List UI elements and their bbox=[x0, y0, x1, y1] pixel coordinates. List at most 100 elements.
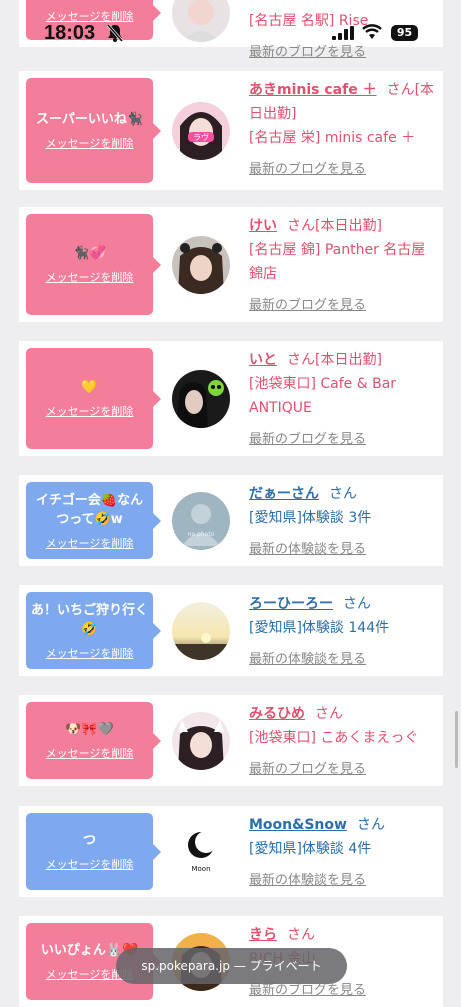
svg-text:ラヴ: ラヴ bbox=[193, 132, 209, 142]
latest-post-link[interactable]: 最新のブログを見る bbox=[249, 428, 439, 447]
avatar[interactable] bbox=[172, 236, 230, 294]
profile-name-link[interactable]: いと bbox=[249, 352, 277, 368]
message-card: 🐈‍⬛💞 メッセージを削除 けい さん[本日出勤] [名古屋 錦] Panther 名古… bbox=[19, 207, 443, 322]
profile-info: いと さん[本日出勤] [池袋東口] Cafe & Bar ANTIQUE 最新のブロ… bbox=[249, 348, 439, 447]
message-text: 🐈‍⬛💞 bbox=[73, 246, 106, 261]
avatar[interactable] bbox=[172, 602, 230, 660]
profile-name-link[interactable]: だぁーさん bbox=[249, 486, 319, 502]
delete-message-link[interactable]: メッセージを削除 bbox=[46, 856, 134, 872]
message-card: イチゴー会🍓なんつって🤣w メッセージを削除 no photo だぁーさん さん [愛知県… bbox=[19, 475, 443, 566]
latest-post-link[interactable]: 最新のブログを見る bbox=[249, 758, 439, 777]
message-text: イチゴー会🍓なんつって🤣w bbox=[35, 492, 144, 527]
latest-post-link[interactable]: 最新のブログを見る bbox=[249, 294, 439, 313]
bubble-tail bbox=[153, 622, 161, 639]
message-bubble: イチゴー会🍓なんつって🤣w メッセージを削除 bbox=[26, 482, 161, 559]
delete-message-link[interactable]: メッセージを削除 bbox=[46, 269, 134, 285]
delete-message-link[interactable]: メッセージを削除 bbox=[46, 403, 134, 419]
shop-info: [池袋東口] こあくまえっぐ bbox=[249, 730, 419, 746]
url-domain: sp.pokepara.jp bbox=[141, 959, 230, 973]
shop-info: [名古屋 栄] minis cafe ＋ bbox=[249, 130, 416, 146]
cellular-signal-icon bbox=[332, 26, 354, 40]
message-text: 💛 bbox=[81, 380, 98, 395]
profile-name-link[interactable]: ろーひーろー bbox=[249, 596, 333, 612]
profile-name-link[interactable]: けい bbox=[249, 218, 277, 234]
name-line: けい さん[本日出勤] bbox=[249, 214, 439, 238]
message-bubble: 💛 メッセージを削除 bbox=[26, 348, 161, 449]
shop-info: [名古屋 錦] Panther 名古屋錦店 bbox=[249, 242, 426, 282]
profile-name-link[interactable]: あきminis cafe ＋ bbox=[249, 82, 377, 98]
svg-text:Moon: Moon bbox=[191, 865, 210, 873]
message-bubble: つメッセージを削除 bbox=[26, 813, 161, 890]
delete-message-link[interactable]: メッセージを削除 bbox=[46, 645, 134, 661]
attendance-status: [本日出勤] bbox=[315, 352, 382, 368]
bubble-tail bbox=[153, 122, 161, 139]
message-card: 💛 メッセージを削除 いと さん[本日出勤] [池袋東口] Cafe & Bar ANT… bbox=[19, 341, 443, 456]
attendance-status: [本日出勤] bbox=[315, 218, 382, 234]
message-bubble: 🐶🎀🩶 メッセージを削除 bbox=[26, 702, 161, 779]
latest-post-link[interactable]: 最新の体験談を見る bbox=[249, 538, 439, 557]
battery-indicator: 95 bbox=[391, 25, 418, 41]
avatar[interactable]: ラヴ bbox=[172, 102, 230, 160]
url-separator: — bbox=[233, 959, 246, 973]
avatar[interactable]: Moon bbox=[172, 823, 230, 881]
profile-name-link[interactable]: みるひめ bbox=[249, 706, 305, 722]
shop-info: [愛知県]体験談 3件 bbox=[249, 510, 372, 526]
bubble-tail bbox=[153, 843, 161, 860]
latest-post-link[interactable]: 最新の体験談を見る bbox=[249, 648, 439, 667]
message-text: 🐶🎀🩶 bbox=[65, 722, 114, 737]
name-line: だぁーさん さん bbox=[249, 482, 439, 506]
profile-info: Moon&Snow さん [愛知県]体験談 4件最新の体験談を見る bbox=[249, 813, 439, 888]
latest-post-link[interactable]: 最新のブログを見る bbox=[249, 158, 439, 177]
name-line: きら さん bbox=[249, 923, 439, 947]
honorific: さん bbox=[287, 218, 315, 234]
latest-post-link[interactable]: 最新の体験談を見る bbox=[249, 869, 439, 888]
name-line: あきminis cafe ＋さん[本日出勤] bbox=[249, 78, 439, 126]
name-line: Moon&Snow さん bbox=[249, 813, 439, 837]
message-text: あ！いちご狩り行く🤣 bbox=[30, 602, 148, 637]
bubble-tail bbox=[153, 390, 161, 407]
honorific: さん bbox=[356, 817, 385, 833]
shop-info: [愛知県]体験談 144件 bbox=[249, 620, 390, 636]
honorific: さん bbox=[386, 82, 415, 98]
shop-info: [池袋東口] Cafe & Bar ANTIQUE bbox=[249, 376, 397, 416]
avatar[interactable] bbox=[172, 712, 230, 770]
profile-info: ろーひーろー さん [愛知県]体験談 144件最新の体験談を見る bbox=[249, 592, 439, 667]
profile-info: あきminis cafe ＋さん[本日出勤] [名古屋 栄] minis cafe… bbox=[249, 78, 439, 177]
name-line bbox=[249, 0, 439, 9]
message-card: 🐶🎀🩶 メッセージを削除 みるひめ さん [池袋東口] こあくまえっぐ最新のブログを見る bbox=[19, 695, 443, 786]
svg-text:no photo: no photo bbox=[188, 531, 215, 538]
honorific: さん bbox=[287, 352, 315, 368]
message-text: つ bbox=[82, 833, 96, 848]
message-text: スーパーいいね🐈‍⬛ bbox=[35, 112, 144, 127]
profile-name-link[interactable]: きら bbox=[249, 927, 277, 943]
scrollbar[interactable] bbox=[455, 711, 458, 768]
bubble-tail bbox=[153, 732, 161, 749]
honorific: さん bbox=[287, 927, 315, 943]
message-bubble: 🐈‍⬛💞 メッセージを削除 bbox=[26, 214, 161, 315]
name-line: みるひめ さん bbox=[249, 702, 439, 726]
delete-message-link[interactable]: メッセージを削除 bbox=[46, 535, 134, 551]
bubble-tail bbox=[153, 256, 161, 273]
message-bubble: あ！いちご狩り行く🤣 メッセージを削除 bbox=[26, 592, 161, 669]
avatar[interactable] bbox=[172, 370, 230, 428]
message-card: つメッセージを削除 Moon Moon&Snow さん [愛知県]体験談 4件最新の体験… bbox=[19, 806, 443, 897]
honorific: さん bbox=[329, 486, 357, 502]
name-line: ろーひーろー さん bbox=[249, 592, 439, 616]
avatar[interactable]: no photo bbox=[172, 492, 230, 550]
delete-message-link[interactable]: メッセージを削除 bbox=[46, 745, 134, 761]
url-mode: プライベート bbox=[249, 959, 322, 973]
bell-muted-icon bbox=[107, 24, 123, 42]
shop-info: [愛知県]体験談 4件 bbox=[249, 841, 372, 857]
profile-info: みるひめ さん [池袋東口] こあくまえっぐ最新のブログを見る bbox=[249, 702, 439, 777]
status-bar: 18:03 95 bbox=[0, 18, 461, 48]
honorific: さん bbox=[315, 706, 343, 722]
message-card: スーパーいいね🐈‍⬛ メッセージを削除 ラヴ あきminis cafe ＋さん[本日出… bbox=[19, 71, 443, 190]
delete-message-link[interactable]: メッセージを削除 bbox=[46, 135, 134, 151]
profile-name-link[interactable]: Moon&Snow bbox=[249, 817, 347, 833]
bubble-tail bbox=[153, 512, 161, 529]
url-bar[interactable]: sp.pokepara.jp — プライベート bbox=[116, 948, 347, 984]
status-time: 18:03 bbox=[44, 22, 96, 44]
name-line: いと さん[本日出勤] bbox=[249, 348, 439, 372]
profile-info: けい さん[本日出勤] [名古屋 錦] Panther 名古屋錦店最新のブログを見る bbox=[249, 214, 439, 313]
wifi-icon bbox=[362, 24, 382, 39]
